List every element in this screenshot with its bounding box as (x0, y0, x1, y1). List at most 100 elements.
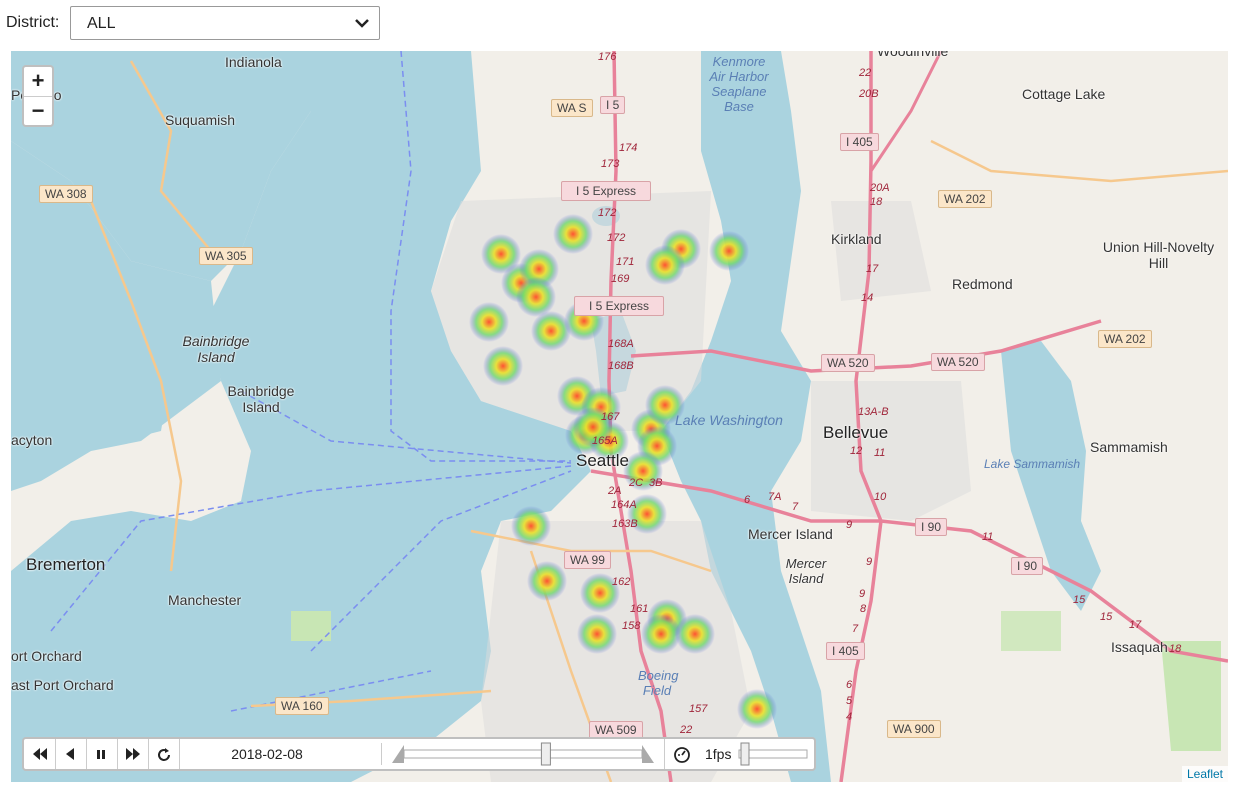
exit-label: 22 (680, 724, 693, 736)
time-slider-handle[interactable] (540, 742, 551, 766)
exit-label: 171 (616, 256, 635, 268)
shield-wa160: WA 160 (275, 697, 329, 715)
place-cottage-lake: Cottage Lake (1022, 86, 1106, 102)
exit-label: 13A-B (858, 406, 889, 418)
skip-forward-button[interactable] (117, 739, 149, 769)
exit-label: 2C (629, 477, 644, 489)
exit-label: 157 (689, 703, 708, 715)
shield-wa900: WA 900 (887, 720, 941, 738)
toolbar: District: ALL (0, 0, 1245, 48)
heat-point (645, 245, 685, 285)
exit-label: 163B (612, 518, 638, 530)
place-boeing-field: Boeing Field (638, 668, 679, 698)
place-brownsville: acyton (11, 432, 53, 448)
exit-label: 6 (744, 494, 751, 506)
heat-point (737, 689, 777, 729)
heat-point (527, 561, 567, 601)
skip-backward-button[interactable] (24, 739, 56, 769)
exit-label: 167 (601, 411, 620, 423)
exit-label: 172 (607, 232, 626, 244)
exit-label: 18 (1169, 643, 1182, 655)
exit-label: 9 (866, 556, 873, 568)
exit-label: 22 (859, 67, 872, 79)
exit-label: 9 (846, 519, 853, 531)
exit-label: 7 (852, 623, 859, 635)
place-woodinville: Woodinville (877, 51, 949, 59)
fast-rewind-icon (33, 748, 47, 760)
exit-label: 17 (1129, 619, 1142, 631)
place-mercer-island: Mercer Island (748, 526, 833, 542)
zoom-control: + − (22, 65, 54, 127)
place-indianola: Indianola (225, 54, 282, 70)
place-issaquah: Issaquah (1111, 639, 1168, 655)
exit-label: 11 (874, 447, 886, 459)
heat-point (553, 214, 593, 254)
shield-i90-b: I 90 (1011, 557, 1044, 575)
exit-label: 15 (1073, 594, 1086, 606)
speed-control: 1fps (664, 739, 815, 769)
zoom-in-button[interactable]: + (24, 67, 52, 97)
shield-wa-s: WA S (551, 99, 593, 117)
leaflet-attribution-link[interactable]: Leaflet (1181, 766, 1228, 782)
exit-label: 12 (850, 445, 863, 457)
shield-wa202-a: WA 202 (938, 190, 992, 208)
time-player: 2018-02-08 1fps (22, 737, 816, 771)
shield-wa308: WA 308 (39, 185, 93, 203)
exit-label: 7 (792, 501, 799, 513)
exit-label: 10 (874, 491, 887, 503)
exit-label: 168B (608, 360, 634, 372)
place-bainbridge-island: Bainbridge Island (227, 383, 295, 415)
place-lake-sammamish: Lake Sammamish (984, 457, 1081, 471)
place-lake-washington: Lake Washington (675, 412, 783, 428)
exit-label: 169 (611, 273, 630, 285)
exit-label: 5 (846, 695, 853, 707)
exit-label: 18 (870, 196, 883, 208)
place-mercer-island-2: Mercer Island (785, 556, 827, 586)
speed-slider[interactable] (737, 742, 811, 766)
heatmap-layer (469, 214, 777, 729)
place-union-hill: Union Hill-Novelty Hill (1102, 239, 1215, 271)
shield-i405-b: I 405 (826, 642, 865, 660)
exit-label: 2A (608, 485, 622, 497)
step-back-icon (66, 748, 74, 760)
chevron-down-icon (355, 19, 369, 28)
heat-point (511, 506, 551, 546)
pause-button[interactable] (86, 739, 118, 769)
place-bremerton: Bremerton (26, 555, 106, 574)
exit-label: 176 (598, 51, 617, 63)
exit-label: 20B (859, 88, 879, 100)
zoom-out-button[interactable]: − (24, 97, 52, 126)
exit-label: 15 (1100, 611, 1113, 623)
heat-point (675, 614, 715, 654)
exit-label: 8 (860, 603, 867, 615)
shield-wa99: WA 99 (564, 551, 611, 569)
refresh-icon (158, 748, 170, 761)
exit-label: 9 (859, 588, 866, 600)
exit-label: 7A (768, 491, 782, 503)
time-slider[interactable] (381, 742, 664, 766)
exit-label: 14 (861, 292, 874, 304)
exit-label: 17 (866, 263, 879, 275)
place-kirkland: Kirkland (831, 231, 882, 247)
shield-i5-express-2: I 5 Express (574, 296, 665, 316)
place-manchester: Manchester (168, 592, 242, 608)
heat-point (483, 346, 523, 386)
exit-label: 11 (982, 531, 994, 543)
shield-wa520-b: WA 520 (931, 353, 985, 371)
exit-label: 162 (612, 576, 631, 588)
exit-label: 174 (619, 142, 638, 154)
exit-label: 172 (598, 207, 617, 219)
exit-label: 161 (630, 603, 649, 615)
heat-point (577, 614, 617, 654)
loop-button[interactable] (148, 739, 180, 769)
exit-label: 158 (622, 620, 641, 632)
exit-label: 3B (649, 477, 663, 489)
map[interactable]: Indianola Suquamish Poulsbo Bainbridge I… (11, 51, 1228, 782)
place-seattle: Seattle (576, 451, 629, 470)
district-label: District: (6, 14, 60, 31)
step-backward-button[interactable] (55, 739, 87, 769)
fast-forward-icon (126, 748, 140, 760)
current-date: 2018-02-08 (231, 746, 303, 762)
district-select[interactable]: ALL (70, 6, 380, 40)
exit-label: 6 (846, 679, 853, 691)
